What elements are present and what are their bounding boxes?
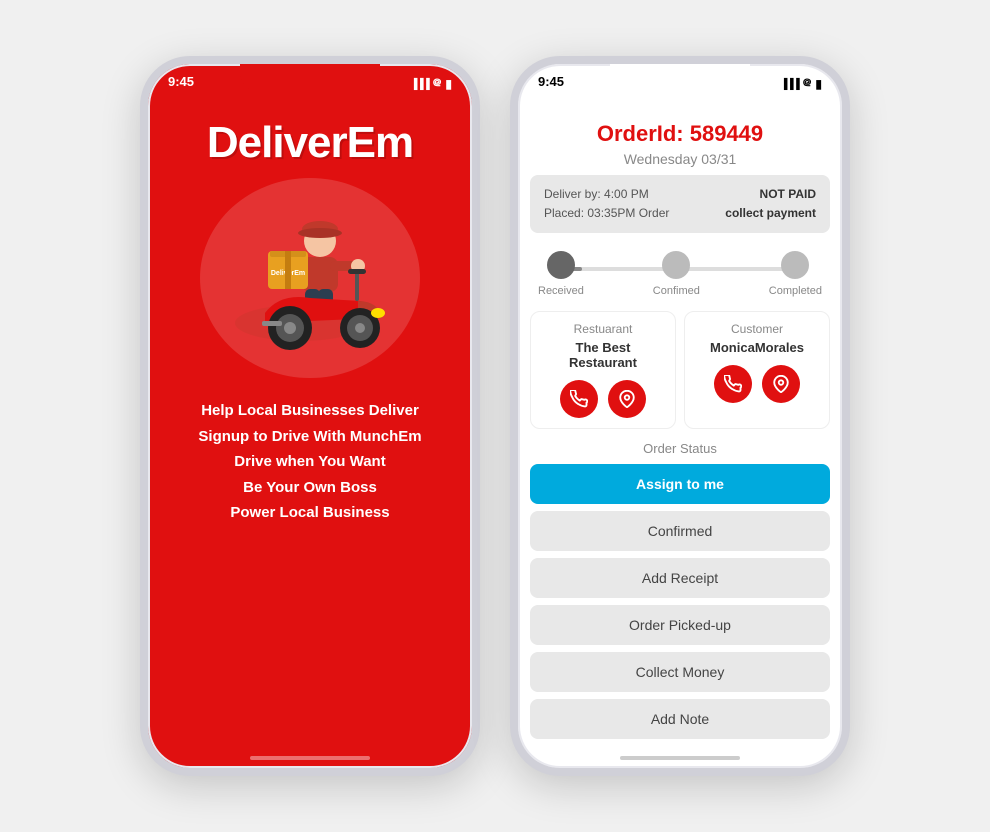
tagline-1: Help Local Businesses Deliver bbox=[198, 398, 421, 424]
restaurant-call-button[interactable] bbox=[560, 380, 598, 418]
battery-icon bbox=[445, 77, 452, 91]
tagline-4: Be Your Own Boss bbox=[198, 475, 421, 501]
right-content: OrderId: 589449 Wednesday 03/31 Deliver … bbox=[518, 108, 842, 768]
signal-icon-right bbox=[780, 78, 798, 90]
right-phone: 9:45 OrderId: 589449 Wednesday 03/31 Del… bbox=[510, 56, 850, 776]
battery-icon-right bbox=[815, 77, 822, 91]
left-phone: 9:45 DeliverEm bbox=[140, 56, 480, 776]
add-note-button[interactable]: Add Note bbox=[530, 699, 830, 739]
scooter-illustration: DeliverEm bbox=[200, 178, 420, 378]
tagline-5: Power Local Business bbox=[198, 500, 421, 526]
order-picked-up-button[interactable]: Order Picked-up bbox=[530, 605, 830, 645]
step-completed: Completed bbox=[769, 251, 822, 297]
step-circle-completed bbox=[781, 251, 809, 279]
info-cards: Restuarant The Best Restaurant bbox=[530, 311, 830, 429]
deliver-by: Deliver by: 4:00 PM bbox=[544, 185, 669, 204]
restaurant-actions bbox=[541, 380, 665, 418]
right-status-time: 9:45 bbox=[538, 74, 564, 89]
customer-label: Customer bbox=[695, 322, 819, 336]
left-content: DeliverEm bbox=[148, 108, 472, 768]
scooter-svg: DeliverEm bbox=[210, 193, 410, 363]
customer-call-button[interactable] bbox=[714, 365, 752, 403]
restaurant-card: Restuarant The Best Restaurant bbox=[530, 311, 676, 429]
signal-icon bbox=[410, 78, 428, 90]
step-confirmed: Confimed bbox=[653, 251, 700, 297]
left-status-time: 9:45 bbox=[168, 74, 194, 89]
tagline-3: Drive when You Want bbox=[198, 449, 421, 475]
restaurant-label: Restuarant bbox=[541, 322, 665, 336]
progress-section: Received Confimed Completed bbox=[518, 247, 842, 297]
assign-to-me-button[interactable]: Assign to me bbox=[530, 464, 830, 504]
status-buttons: Assign to me Confirmed Add Receipt Order… bbox=[518, 464, 842, 739]
customer-name: MonicaMorales bbox=[695, 340, 819, 355]
order-status-label: Order Status bbox=[518, 441, 842, 456]
placed-time: Placed: 03:35PM Order bbox=[544, 204, 669, 223]
right-home-indicator bbox=[620, 756, 740, 760]
order-info-bar: Deliver by: 4:00 PM Placed: 03:35PM Orde… bbox=[530, 175, 830, 233]
step-circle-received bbox=[547, 251, 575, 279]
step-label-confirmed: Confimed bbox=[653, 285, 700, 297]
order-title: OrderId: 589449 bbox=[518, 113, 842, 151]
right-notch bbox=[610, 64, 750, 92]
right-status-icons bbox=[780, 74, 822, 93]
step-received: Received bbox=[538, 251, 584, 297]
order-info-right: NOT PAID collect payment bbox=[725, 185, 816, 223]
restaurant-name: The Best Restaurant bbox=[541, 340, 665, 370]
add-receipt-button[interactable]: Add Receipt bbox=[530, 558, 830, 598]
left-home-indicator bbox=[250, 756, 370, 760]
wifi-icon-right bbox=[803, 74, 812, 93]
payment-status: NOT PAID bbox=[725, 185, 816, 204]
tagline-2: Signup to Drive With MunchEm bbox=[198, 424, 421, 450]
customer-actions bbox=[695, 365, 819, 403]
order-info-left: Deliver by: 4:00 PM Placed: 03:35PM Orde… bbox=[544, 185, 669, 223]
left-status-icons bbox=[410, 74, 452, 93]
customer-card: Customer MonicaMorales bbox=[684, 311, 830, 429]
step-circle-confirmed bbox=[662, 251, 690, 279]
app-logo: DeliverEm bbox=[207, 118, 413, 168]
order-date: Wednesday 03/31 bbox=[518, 151, 842, 167]
restaurant-location-button[interactable] bbox=[608, 380, 646, 418]
wifi-icon bbox=[433, 74, 442, 93]
collect-money-button[interactable]: Collect Money bbox=[530, 652, 830, 692]
left-notch bbox=[240, 64, 380, 92]
step-label-received: Received bbox=[538, 285, 584, 297]
confirmed-button[interactable]: Confirmed bbox=[530, 511, 830, 551]
taglines-section: Help Local Businesses Deliver Signup to … bbox=[198, 398, 421, 526]
progress-steps: Received Confimed Completed bbox=[538, 251, 822, 297]
step-label-completed: Completed bbox=[769, 285, 822, 297]
payment-action: collect payment bbox=[725, 204, 816, 223]
customer-location-button[interactable] bbox=[762, 365, 800, 403]
